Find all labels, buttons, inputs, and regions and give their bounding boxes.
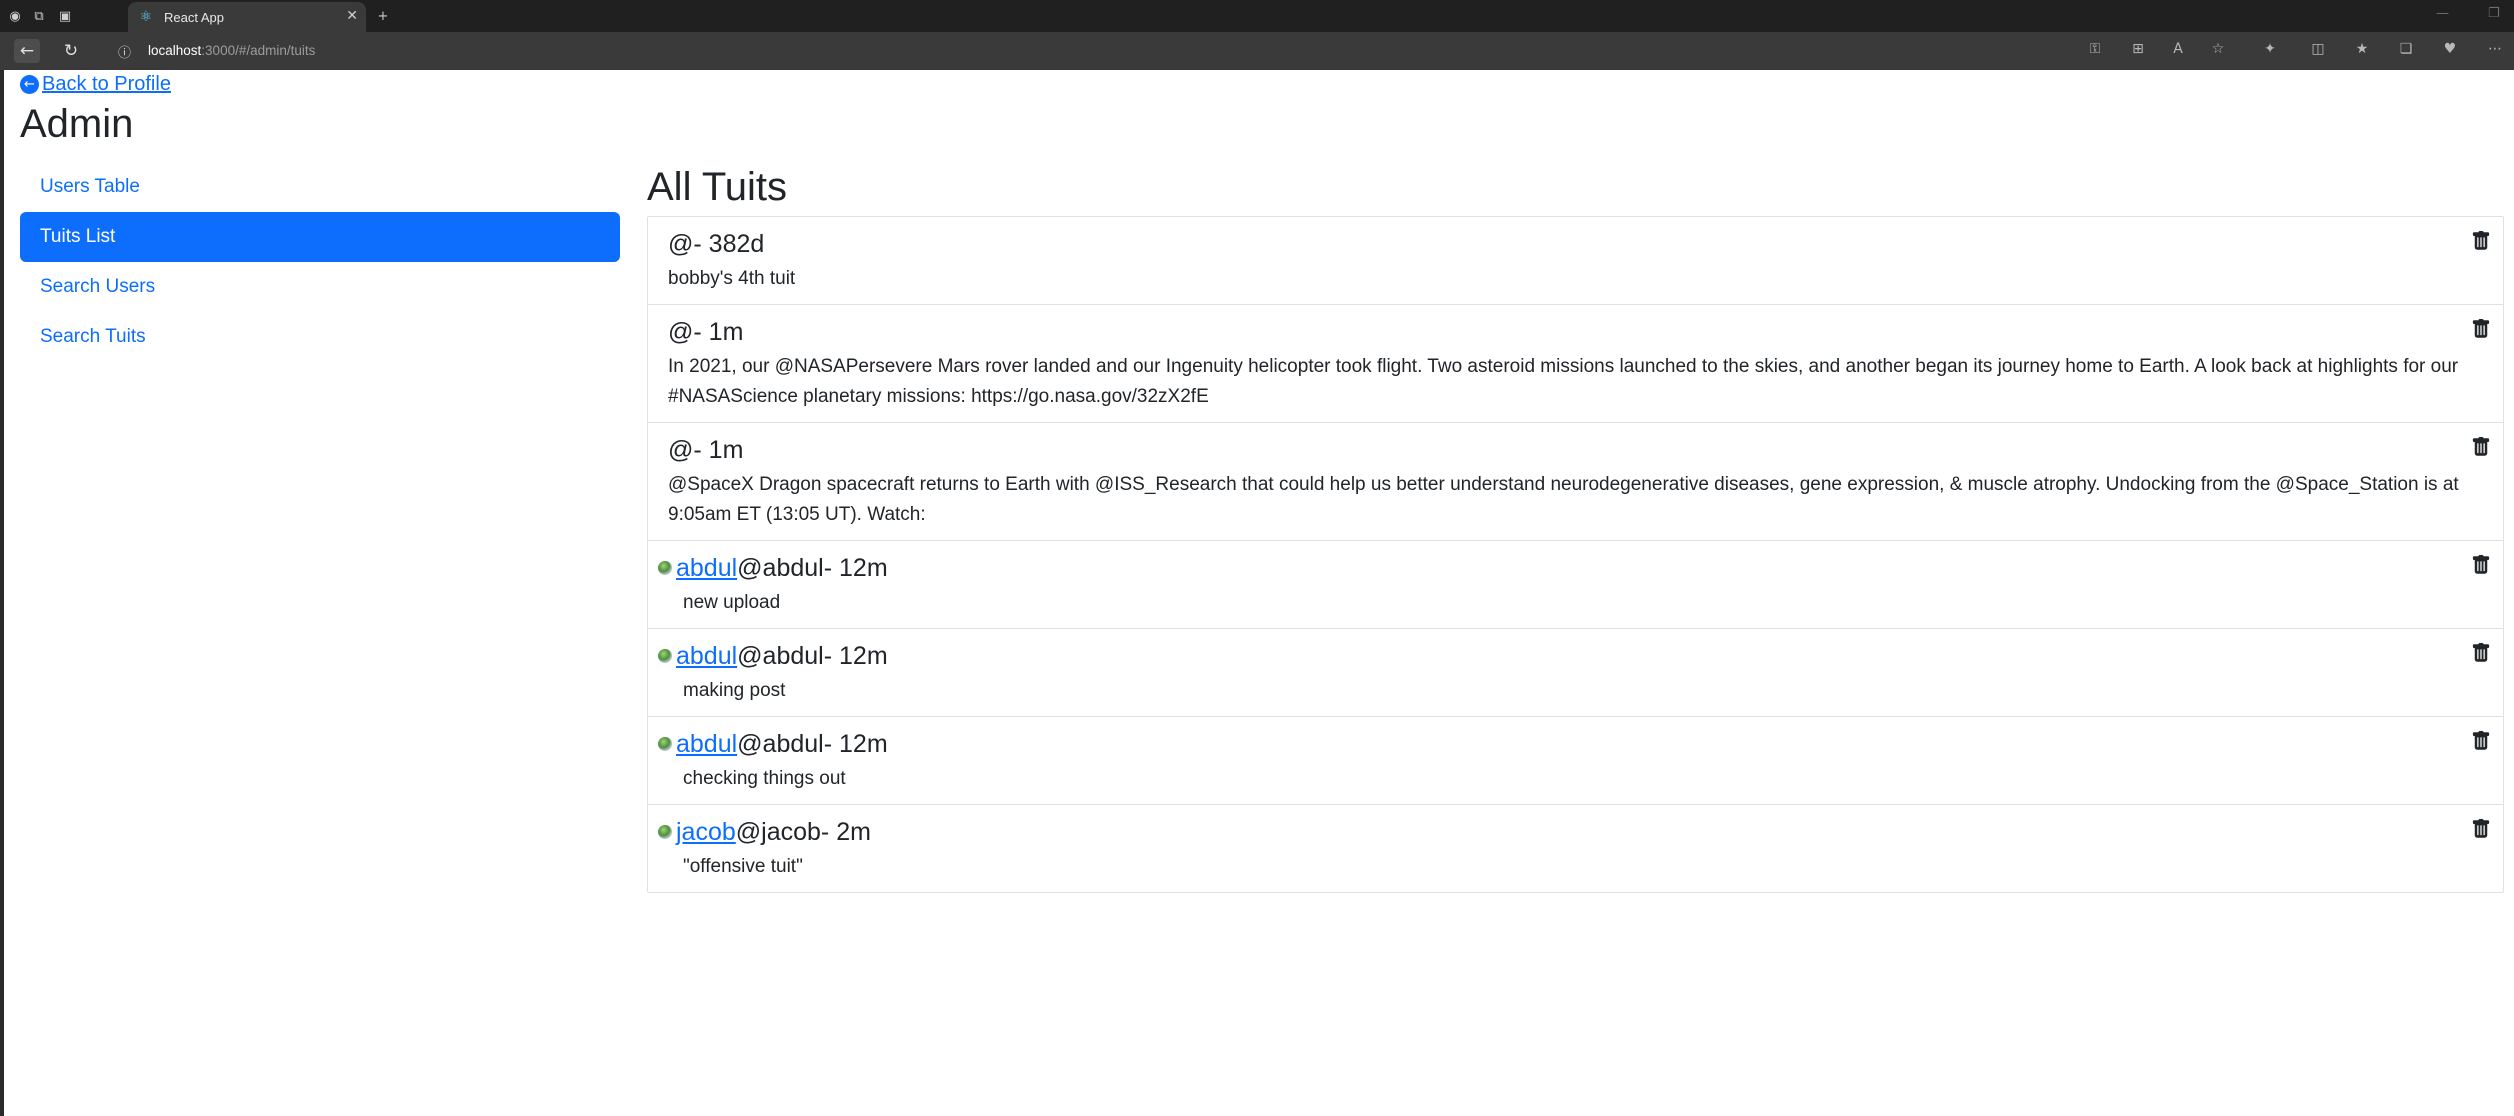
collections-icon[interactable]: ❏: [2395, 41, 2417, 61]
tuit-time: - 382d: [693, 230, 765, 258]
browser-profile-icon[interactable]: ◉: [4, 5, 26, 27]
username-link[interactable]: abdul: [676, 549, 737, 587]
tuit-item: @ - 1m @SpaceX Dragon spacecraft returns…: [648, 423, 2503, 541]
back-to-profile-link[interactable]: ← Back to Profile: [20, 73, 171, 96]
tuit-text: checking things out: [683, 768, 846, 789]
extensions-icon[interactable]: ✦: [2259, 41, 2281, 61]
tuit-text: making post: [683, 680, 786, 701]
workspaces-icon[interactable]: ⧉: [28, 5, 50, 27]
tuit-handle: @jacob: [735, 818, 821, 846]
username-link[interactable]: jacob: [676, 813, 736, 851]
arrow-left-circle-icon: ←: [20, 75, 39, 94]
favorite-star-icon[interactable]: ☆: [2207, 41, 2229, 61]
tuit-handle: @abdul: [737, 642, 824, 670]
split-screen-icon[interactable]: ◫: [2307, 41, 2329, 61]
tuit-header: @ - 382d: [668, 225, 2483, 263]
tuit-header: @ - 1m: [668, 313, 2483, 351]
tuit-header: abdul @abdul - 12m: [658, 725, 2483, 763]
trash-icon[interactable]: [2471, 817, 2491, 841]
browser-tab-active[interactable]: ⚛ React App ✕: [128, 2, 366, 32]
key-icon[interactable]: ⚿: [2084, 41, 2106, 61]
close-tab-icon[interactable]: ✕: [346, 8, 358, 24]
tuit-header: abdul @abdul - 12m: [658, 637, 2483, 675]
tuit-time: - 12m: [823, 554, 888, 582]
minimize-icon[interactable]: —: [2436, 6, 2449, 21]
tuit-text: In 2021, our @NASAPersevere Mars rover l…: [668, 356, 2459, 407]
tuit-text: bobby's 4th tuit: [668, 268, 796, 289]
tuit-handle: @abdul: [737, 730, 824, 758]
tuit-handle: @abdul: [737, 554, 824, 582]
browser-toolbar: ← ↻ ⓘ localhost:3000/#/admin/tuits ⚿ ⊞ A…: [0, 32, 2514, 70]
tuit-time: - 12m: [823, 730, 888, 758]
sidebar-item-search-tuits[interactable]: Search Tuits: [20, 312, 620, 362]
refresh-icon[interactable]: ↻: [58, 39, 84, 63]
tuit-time: - 2m: [820, 818, 871, 846]
trash-icon[interactable]: [2471, 435, 2491, 459]
new-tab-icon[interactable]: +: [372, 5, 394, 27]
trash-icon[interactable]: [2471, 553, 2491, 577]
trash-icon[interactable]: [2471, 229, 2491, 253]
tuit-time: - 12m: [823, 642, 888, 670]
avatar: [658, 737, 672, 751]
back-link-label: Back to Profile: [42, 73, 171, 95]
favorites-icon[interactable]: ★: [2351, 41, 2373, 61]
sidebar-item-tuits-list[interactable]: Tuits List: [20, 212, 620, 262]
tuit-text: @SpaceX Dragon spacecraft returns to Ear…: [668, 474, 2459, 525]
read-aloud-icon[interactable]: A: [2167, 41, 2189, 61]
browser-essentials-icon[interactable]: ♥: [2439, 41, 2461, 61]
main-content: All Tuits @ - 382d bobby's 4th tuit @ - …: [647, 162, 2504, 893]
tuit-item: abdul @abdul - 12m checking things out: [648, 717, 2503, 805]
app-available-icon[interactable]: ⊞: [2127, 41, 2149, 61]
settings-menu-icon[interactable]: ⋯: [2484, 41, 2506, 61]
admin-sidebar: Users Table Tuits List Search Users Sear…: [20, 162, 620, 362]
tab-actions-icon[interactable]: ▣: [54, 5, 76, 27]
trash-icon[interactable]: [2471, 729, 2491, 753]
tuit-header: @ - 1m: [668, 431, 2483, 469]
site-info-icon[interactable]: ⓘ: [118, 42, 131, 61]
tuit-item: @ - 382d bobby's 4th tuit: [648, 217, 2503, 305]
tuit-item: abdul @abdul - 12m making post: [648, 629, 2503, 717]
username-link[interactable]: abdul: [676, 637, 737, 675]
tuit-item: abdul @abdul - 12m new upload: [648, 541, 2503, 629]
url-text: localhost:3000/#/admin/tuits: [148, 43, 316, 58]
sidebar-item-search-users[interactable]: Search Users: [20, 262, 620, 312]
browser-tab-strip: ◉ ⧉ ▣ ⚛ React App ✕ + — ❐: [0, 0, 2514, 32]
restore-icon[interactable]: ❐: [2488, 6, 2500, 21]
address-bar[interactable]: ⓘ localhost:3000/#/admin/tuits: [104, 37, 2104, 65]
avatar: [658, 561, 672, 575]
back-arrow-icon[interactable]: ←: [14, 39, 40, 63]
tuit-text: "offensive tuit": [683, 856, 803, 877]
tuit-handle: @: [668, 230, 694, 258]
tuit-list: @ - 382d bobby's 4th tuit @ - 1m In 2021…: [647, 216, 2504, 893]
page-title: Admin: [20, 102, 134, 146]
tuit-item: @ - 1m In 2021, our @NASAPersevere Mars …: [648, 305, 2503, 423]
avatar: [658, 825, 672, 839]
tuit-text: new upload: [683, 592, 781, 613]
page-content: ← Back to Profile Admin Users Table Tuit…: [0, 70, 2514, 1116]
trash-icon[interactable]: [2471, 641, 2491, 665]
tuit-handle: @: [668, 436, 694, 464]
tuit-header: abdul @abdul - 12m: [658, 549, 2483, 587]
tuit-header: jacob @jacob - 2m: [658, 813, 2483, 851]
tuit-item: jacob @jacob - 2m "offensive tuit": [648, 805, 2503, 892]
react-icon: ⚛: [139, 9, 153, 25]
browser-tab-title: React App: [164, 10, 224, 25]
tuit-time: - 1m: [693, 318, 744, 346]
trash-icon[interactable]: [2471, 317, 2491, 341]
tuit-time: - 1m: [693, 436, 744, 464]
username-link[interactable]: abdul: [676, 725, 737, 763]
sidebar-item-users-table[interactable]: Users Table: [20, 162, 620, 212]
avatar: [658, 649, 672, 663]
section-title: All Tuits: [647, 165, 788, 209]
tuit-handle: @: [668, 318, 694, 346]
